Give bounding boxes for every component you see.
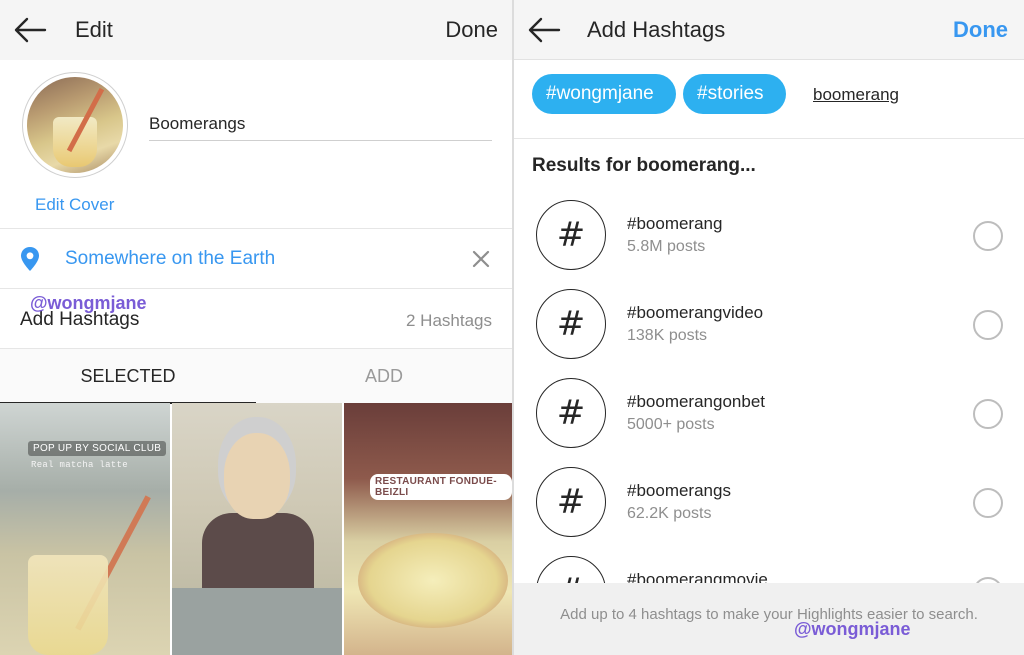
story-thumbnail[interactable]: POP UP BY SOCIAL CLUB Real matcha latte (0, 403, 170, 655)
done-button[interactable]: Done (953, 17, 1008, 43)
page-title: Edit (75, 17, 113, 42)
hashtag-result-row[interactable]: # #boomerangs 62.2K posts (514, 467, 1024, 555)
back-arrow-icon[interactable] (12, 14, 48, 46)
tab-selected[interactable]: SELECTED (0, 349, 256, 404)
shelf-shape (172, 588, 342, 655)
post-count: 62.2K posts (627, 505, 712, 522)
hashtag-chip[interactable]: #stories (683, 74, 786, 114)
highlight-cover[interactable] (22, 72, 128, 178)
hashtag-search-input[interactable] (813, 82, 963, 108)
post-count: 138K posts (627, 327, 708, 344)
tab-bar: SELECTED ADD (0, 348, 512, 404)
hashtag-result-row[interactable]: # #boomerang 5.8M posts (514, 200, 1024, 288)
post-count: 5.8M posts (627, 238, 706, 255)
hashtag-count: 2 Hashtags (406, 311, 492, 330)
story-thumbnail[interactable]: RESTAURANT FONDUE-BEIZLI (344, 403, 512, 655)
hashtag-name: #boomerangonbet (627, 392, 766, 411)
add-hashtags-screen: Add Hashtags Done #wongmjane #stories Re… (514, 0, 1024, 655)
back-arrow-icon[interactable] (526, 14, 562, 46)
select-radio[interactable] (973, 221, 1003, 251)
footer-hint: Add up to 4 hashtags to make your Highli… (514, 583, 1024, 655)
location-text[interactable]: Somewhere on the Earth (65, 248, 275, 270)
edit-cover-link[interactable]: Edit Cover (35, 195, 114, 215)
watermark: @wongmjane (30, 293, 147, 313)
hashtag-icon: # (536, 467, 606, 537)
clear-location-icon[interactable] (468, 246, 494, 272)
location-sticker: RESTAURANT FONDUE-BEIZLI (370, 474, 512, 500)
cup-shape (28, 555, 108, 655)
edit-highlight-screen: Edit Done Edit Cover Somewhere on the Ea… (0, 0, 512, 655)
location-pin-icon (21, 247, 39, 271)
edit-header: Edit Done (0, 0, 512, 60)
location-row[interactable]: Somewhere on the Earth (0, 228, 512, 288)
hashtag-icon: # (536, 378, 606, 448)
post-count: 5000+ posts (627, 416, 715, 433)
hashtags-header: Add Hashtags Done (514, 0, 1024, 60)
results-title: Results for boomerang... (532, 155, 756, 176)
hashtag-name: #boomerang (627, 214, 723, 233)
done-button[interactable]: Done (445, 17, 498, 43)
tab-add[interactable]: ADD (256, 349, 512, 404)
page-title: Add Hashtags (587, 17, 726, 42)
fondue-pot-shape (358, 533, 508, 628)
select-radio[interactable] (973, 488, 1003, 518)
divider (514, 138, 1024, 139)
hashtag-name: #boomerangvideo (627, 303, 764, 322)
story-caption: Real matcha latte (31, 460, 128, 470)
watermark: @wongmjane (794, 619, 911, 639)
hashtag-result-row[interactable]: # #boomerangvideo 138K posts (514, 289, 1024, 377)
cover-image (27, 77, 123, 173)
select-radio[interactable] (973, 310, 1003, 340)
figure-suit-shape (202, 513, 314, 593)
highlight-name-input[interactable] (149, 108, 492, 141)
hashtag-icon: # (536, 289, 606, 359)
select-radio[interactable] (973, 399, 1003, 429)
hashtag-chip[interactable]: #wongmjane (532, 74, 676, 114)
figure-face-shape (224, 433, 290, 519)
hashtag-result-row[interactable]: # #boomerangonbet 5000+ posts (514, 378, 1024, 466)
hashtag-name: #boomerangs (627, 481, 731, 500)
location-sticker: POP UP BY SOCIAL CLUB (28, 441, 167, 456)
footer-text: Add up to 4 hashtags to make your Highli… (560, 606, 978, 623)
story-thumbnail[interactable] (172, 403, 342, 655)
hashtag-icon: # (536, 200, 606, 270)
